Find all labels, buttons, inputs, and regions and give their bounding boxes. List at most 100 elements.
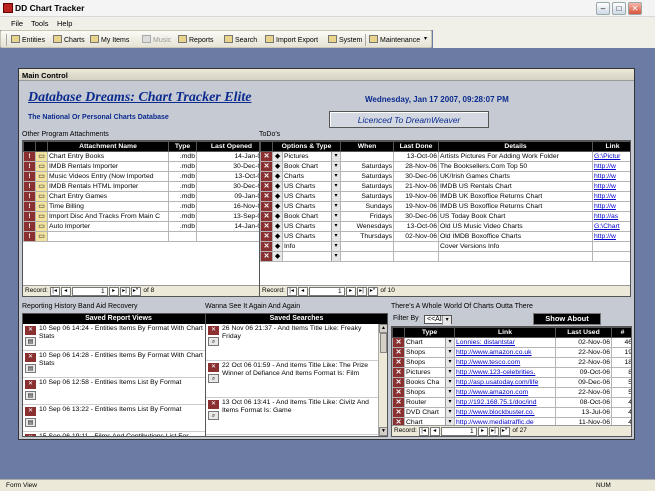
delete-icon[interactable]: ✕ (25, 353, 36, 362)
table-row[interactable]: ! ▭ Time Billing .mdb 16-Nov-06 (23, 201, 264, 212)
table-cell[interactable]: http://www.amazon.co.uk (454, 347, 556, 358)
row-marker-icon[interactable]: ! (23, 191, 36, 202)
col-type[interactable]: Type (168, 141, 197, 152)
table-cell[interactable]: http://as (592, 211, 630, 222)
table-row[interactable]: ✕◆US ChartsSaturdays21-Nov-06IMDB US Ren… (260, 181, 630, 192)
table-cell[interactable]: 30-Dec-06 (393, 171, 439, 182)
table-cell[interactable]: 5 (611, 377, 631, 388)
list-item[interactable]: ✕ ⌕ 22 Oct 06 01:59 - And Items Title Like… (206, 361, 380, 398)
table-row[interactable]: ✕ChartLonnies: distantstar02-Nov-0646 (392, 337, 631, 348)
table-cell[interactable] (168, 231, 197, 242)
table-cell[interactable]: Old IMDB Boxoffice Charts (438, 231, 593, 242)
table-cell[interactable]: 4 (611, 407, 631, 418)
table-cell[interactable]: 4 (611, 397, 631, 408)
close-button[interactable]: ✕ (628, 2, 642, 15)
col-count[interactable]: # (611, 327, 631, 338)
app-icon[interactable] (3, 3, 13, 13)
table-row[interactable]: ✕◆US ChartsSundays19-Nov-06IMDB US Boxof… (260, 201, 630, 212)
table-cell[interactable]: .mdb (168, 201, 197, 212)
table-cell[interactable]: IMDB US Rentals Chart (438, 181, 593, 192)
table-cell[interactable]: 02-Nov-06 (393, 231, 439, 242)
options-icon[interactable]: ◆ (272, 181, 283, 192)
table-row[interactable]: ! ▭ Import Disc And Tracks From Main C .mdb… (23, 211, 264, 222)
table-row[interactable]: ! ▭ Music Videos Entry (Now Imported .mdb 13… (23, 171, 264, 182)
row-marker-icon[interactable]: ! (23, 161, 36, 172)
list-item[interactable]: ✕ ▤ 10 Sep 06 14:28 - Entities Items By Fo… (23, 351, 207, 378)
options-icon[interactable]: ◆ (272, 231, 283, 242)
table-cell[interactable]: 19-Nov-06 (393, 191, 439, 202)
table-cell[interactable]: 09-Jan-07 (196, 191, 264, 202)
table-cell[interactable]: 8 (611, 367, 631, 378)
record-number-input[interactable]: 1 (308, 287, 345, 296)
toolbar-entities-button[interactable]: Entities (11, 35, 45, 44)
table-cell[interactable]: http://w (592, 191, 630, 202)
table-cell[interactable]: http://w (592, 181, 630, 192)
prev-record-button[interactable]: ◂ (297, 287, 308, 296)
table-cell[interactable]: 13-Sep-06 (196, 211, 264, 222)
table-row[interactable]: ! ▭ IMDB Rentals Importer .mdb 30-Dec-06 (23, 161, 264, 172)
table-cell[interactable]: Saturdays (340, 171, 394, 182)
table-cell[interactable]: http://www.123-celebrities. (454, 367, 556, 378)
table-row[interactable]: ✕Pictureshttp://www.123-celebrities.09-O… (392, 367, 631, 378)
table-cell[interactable]: http://www.amazon.com (454, 387, 556, 398)
table-cell[interactable]: http://asp.usatoday.com/life (454, 377, 556, 388)
toolbar-search-button[interactable]: Search (224, 35, 257, 44)
delete-icon[interactable]: ✕ (208, 400, 219, 409)
col-options-type[interactable]: Options & Type (272, 141, 341, 152)
folder-icon[interactable]: ▭ (35, 231, 48, 242)
table-cell[interactable]: IMDB Rentals Importer (47, 161, 169, 172)
table-cell[interactable]: 18 (611, 357, 631, 368)
table-cell[interactable]: Pictures (404, 367, 455, 378)
row-marker-icon[interactable]: ! (23, 151, 36, 162)
row-marker-icon[interactable]: ! (23, 231, 36, 242)
table-cell[interactable]: Shops (404, 357, 455, 368)
table-cell[interactable]: 22-Nov-06 (555, 357, 612, 368)
list-item[interactable]: ✕ ⌕ 26 Nov 06 21:37 - And Items Title Like… (206, 324, 380, 361)
table-cell[interactable]: Sundays (340, 201, 394, 212)
table-cell[interactable] (438, 251, 593, 262)
table-cell[interactable]: http://192.168.75.1/doc/ind (454, 397, 556, 408)
list-item[interactable]: ✕ ▤ 10 Sep 06 14:24 - Entities Items By Fo… (23, 324, 207, 351)
view-icon[interactable]: ▤ (25, 391, 36, 400)
options-icon[interactable]: ◆ (272, 171, 283, 182)
delete-icon[interactable]: ✕ (260, 161, 273, 172)
table-cell[interactable]: UK/Irish Games Charts (438, 171, 593, 182)
table-cell[interactable]: 46 (611, 337, 631, 348)
table-cell[interactable]: .mdb (168, 191, 197, 202)
table-cell[interactable]: 30-Dec-06 (196, 161, 264, 172)
table-cell[interactable]: http://www.tesco.com (454, 357, 556, 368)
menu-file[interactable]: File (11, 19, 23, 28)
table-cell[interactable]: .mdb (168, 221, 197, 232)
table-cell[interactable]: US Charts (282, 191, 341, 202)
options-icon[interactable]: ◆ (272, 211, 283, 222)
folder-icon[interactable]: ▭ (35, 201, 48, 212)
table-row[interactable]: ✕◆Info Cover Versions Info (260, 241, 630, 252)
table-cell[interactable]: US Today Book Chart (438, 211, 593, 222)
table-row[interactable]: ✕◆Book ChartFridays30-Dec-06US Today Boo… (260, 211, 630, 222)
delete-icon[interactable]: ✕ (208, 363, 219, 372)
table-cell[interactable]: Shops (404, 347, 455, 358)
table-cell[interactable]: Artists Pictures For Adding Work Folder (438, 151, 593, 162)
last-record-button[interactable]: ▸| (119, 287, 130, 296)
list-item[interactable]: ✕ ⌕ 13 Oct 06 13:41 - And Items Title Like… (206, 398, 380, 435)
table-cell[interactable] (340, 251, 394, 262)
table-cell[interactable]: .mdb (168, 151, 197, 162)
table-cell[interactable]: 22-Nov-06 (555, 387, 612, 398)
col-when[interactable]: When (340, 141, 394, 152)
options-icon[interactable]: ◆ (272, 161, 283, 172)
table-cell[interactable]: .mdb (168, 161, 197, 172)
table-row[interactable]: ! ▭ Chart Entry Games .mdb 09-Jan-07 (23, 191, 264, 202)
next-record-button[interactable]: ▸ (345, 287, 356, 296)
table-cell[interactable]: Charts (282, 171, 341, 182)
delete-icon[interactable]: ✕ (25, 380, 36, 389)
new-record-button[interactable]: ▸* (499, 427, 510, 436)
table-cell[interactable]: US Charts (282, 201, 341, 212)
options-icon[interactable]: ◆ (272, 151, 283, 162)
delete-icon[interactable]: ✕ (260, 171, 273, 182)
table-cell[interactable]: 30-Dec-06 (196, 181, 264, 192)
table-cell[interactable] (592, 241, 630, 252)
menu-tools[interactable]: Tools (31, 19, 49, 28)
table-cell[interactable]: 22-Nov-06 (555, 347, 612, 358)
table-cell[interactable]: IMDB UK Boxoffice Returns Chart (438, 191, 593, 202)
table-cell[interactable]: Old US Music Video Charts (438, 221, 593, 232)
